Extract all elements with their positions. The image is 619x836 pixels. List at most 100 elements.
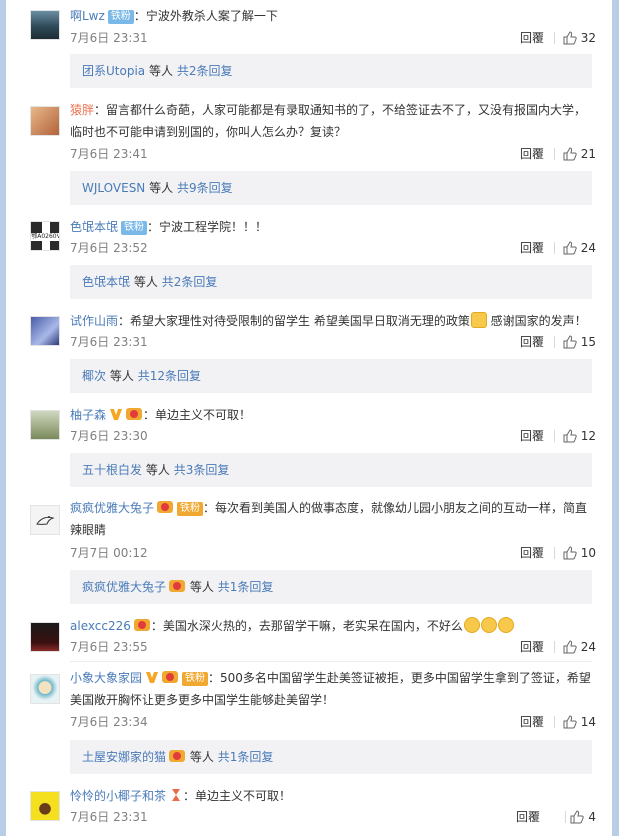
timestamp: 7月7日 00:12 bbox=[70, 546, 148, 560]
username-link[interactable]: 怜怜的小椰子和茶 bbox=[70, 789, 166, 803]
reply-button[interactable]: 回覆 bbox=[520, 238, 544, 258]
avatar[interactable] bbox=[30, 791, 60, 821]
sub-replies-bar[interactable]: 椰次 等人 共12条回复 bbox=[70, 359, 592, 393]
divider bbox=[554, 336, 555, 348]
verified-v-icon bbox=[110, 409, 123, 420]
smirk-emoji-icon bbox=[463, 617, 480, 633]
like-button[interactable]: 32 bbox=[563, 28, 596, 48]
like-button[interactable]: 4 bbox=[570, 807, 596, 827]
timestamp: 7月6日 23:31 bbox=[70, 810, 148, 824]
divider bbox=[554, 430, 555, 442]
reply-button[interactable]: 回覆 bbox=[520, 332, 544, 352]
sub-replies-bar[interactable]: 色氓本氓 等人 共2条回复 bbox=[70, 265, 592, 299]
username-link[interactable]: 试作山雨 bbox=[70, 314, 118, 328]
comment-text: ：单边主义不可取！ bbox=[143, 408, 252, 422]
member-badge-icon bbox=[169, 750, 186, 762]
timestamp: 7月6日 23:41 bbox=[70, 147, 148, 161]
divider bbox=[554, 32, 555, 44]
sub-reply-user[interactable]: 疯疯优雅大兔子 bbox=[82, 580, 166, 594]
timestamp: 7月6日 23:55 bbox=[70, 640, 148, 654]
member-badge-icon bbox=[133, 619, 150, 631]
thumbs-up-icon bbox=[563, 241, 577, 255]
sub-reply-user[interactable]: 土屋安娜家的猫 bbox=[82, 750, 166, 764]
sub-reply-count[interactable]: 共2条回复 bbox=[177, 64, 233, 78]
sub-reply-count[interactable]: 共3条回复 bbox=[174, 463, 230, 477]
sub-reply-user[interactable]: 五十根白发 bbox=[82, 463, 142, 477]
sub-reply-user[interactable]: WJLOVESN bbox=[82, 181, 145, 195]
thumbs-up-icon bbox=[563, 31, 577, 45]
username-link[interactable]: 猿胖 bbox=[70, 103, 94, 117]
timestamp: 7月6日 23:34 bbox=[70, 715, 148, 729]
like-count: 15 bbox=[580, 335, 596, 349]
reply-button[interactable]: 回覆 bbox=[516, 807, 540, 827]
and-others-text: 等人 bbox=[133, 275, 158, 289]
like-count: 4 bbox=[588, 810, 596, 824]
sub-reply-user[interactable]: 椰次 bbox=[82, 369, 106, 383]
avatar[interactable] bbox=[30, 674, 60, 704]
timestamp: 7月6日 23:31 bbox=[70, 31, 148, 45]
thumbs-up-emoji-icon bbox=[470, 312, 487, 328]
like-count: 32 bbox=[580, 31, 596, 45]
like-button[interactable]: 15 bbox=[563, 332, 596, 352]
sub-replies-bar[interactable]: 团系Utopia 等人 共2条回复 bbox=[70, 54, 592, 88]
comment-text: ：美国水深火热的，去那留学干嘛，老实呆在国内，不好么 bbox=[150, 619, 463, 633]
like-button[interactable]: 24 bbox=[563, 238, 596, 258]
sub-replies-bar[interactable]: 五十根白发 等人 共3条回复 bbox=[70, 453, 592, 487]
avatar[interactable]: 鄂A0260V bbox=[30, 221, 60, 251]
sub-replies-bar[interactable]: WJLOVESN 等人 共9条回复 bbox=[70, 171, 592, 205]
reply-button[interactable]: 回覆 bbox=[520, 637, 544, 657]
avatar-label: 鄂A0260V bbox=[31, 233, 60, 240]
like-button[interactable]: 14 bbox=[563, 712, 596, 732]
reply-button[interactable]: 回覆 bbox=[520, 712, 544, 732]
comment-list: 啊Lwz 铁粉 ：宁波外教杀人案了解一下 7月6日 23:31 回覆 32 团系Ut… bbox=[6, 0, 612, 836]
sub-replies-bar[interactable]: 土屋安娜家的猫 等人 共1条回复 bbox=[70, 740, 592, 774]
sub-reply-count[interactable]: 共12条回复 bbox=[138, 369, 201, 383]
divider bbox=[554, 716, 555, 728]
username-link[interactable]: alexcc226 bbox=[70, 619, 131, 633]
avatar[interactable] bbox=[30, 10, 60, 40]
reply-button[interactable]: 回覆 bbox=[520, 426, 544, 446]
like-count: 24 bbox=[580, 640, 596, 654]
thumbs-up-icon bbox=[563, 429, 577, 443]
username-link[interactable]: 色氓本氓 bbox=[70, 220, 118, 234]
divider bbox=[565, 811, 566, 823]
thumbs-up-icon bbox=[563, 640, 577, 654]
thumbs-up-icon bbox=[563, 715, 577, 729]
sub-reply-count[interactable]: 共1条回复 bbox=[218, 580, 274, 594]
avatar[interactable] bbox=[30, 505, 60, 535]
smirk-emoji-icon bbox=[497, 617, 514, 633]
username-link[interactable]: 小象大象家园 bbox=[70, 671, 142, 685]
avatar[interactable] bbox=[30, 316, 60, 346]
sub-reply-user[interactable]: 团系Utopia bbox=[82, 64, 145, 78]
and-others-text: 等人 bbox=[148, 64, 173, 78]
divider bbox=[70, 661, 592, 662]
sub-replies-bar[interactable]: 疯疯优雅大兔子 等人 共1条回复 bbox=[70, 570, 592, 604]
thumbs-up-icon bbox=[563, 546, 577, 560]
like-button[interactable]: 12 bbox=[563, 426, 596, 446]
hourglass-icon bbox=[172, 789, 181, 801]
timestamp: 7月6日 23:31 bbox=[70, 335, 148, 349]
like-count: 24 bbox=[580, 241, 596, 255]
sub-reply-count[interactable]: 共2条回复 bbox=[162, 275, 218, 289]
like-button[interactable]: 24 bbox=[563, 637, 596, 657]
smirk-emoji-icon bbox=[480, 617, 497, 633]
divider bbox=[554, 242, 555, 254]
thumbs-up-icon bbox=[570, 810, 585, 824]
sub-reply-user[interactable]: 色氓本氓 bbox=[82, 275, 130, 289]
username-link[interactable]: 柚子森 bbox=[70, 408, 106, 422]
like-button[interactable]: 10 bbox=[563, 543, 596, 563]
like-button[interactable]: 21 bbox=[563, 144, 596, 164]
like-count: 14 bbox=[580, 715, 596, 729]
avatar[interactable] bbox=[30, 106, 60, 136]
reply-button[interactable]: 回覆 bbox=[520, 28, 544, 48]
fan-badge: 铁粉 bbox=[177, 502, 204, 516]
sub-reply-count[interactable]: 共9条回复 bbox=[177, 181, 233, 195]
avatar[interactable] bbox=[30, 410, 60, 440]
username-link[interactable]: 疯疯优雅大兔子 bbox=[70, 501, 154, 515]
divider bbox=[554, 547, 555, 559]
reply-button[interactable]: 回覆 bbox=[520, 144, 544, 164]
sub-reply-count[interactable]: 共1条回复 bbox=[218, 750, 274, 764]
reply-button[interactable]: 回覆 bbox=[520, 543, 544, 563]
avatar[interactable] bbox=[30, 622, 60, 652]
username-link[interactable]: 啊Lwz bbox=[70, 9, 105, 23]
